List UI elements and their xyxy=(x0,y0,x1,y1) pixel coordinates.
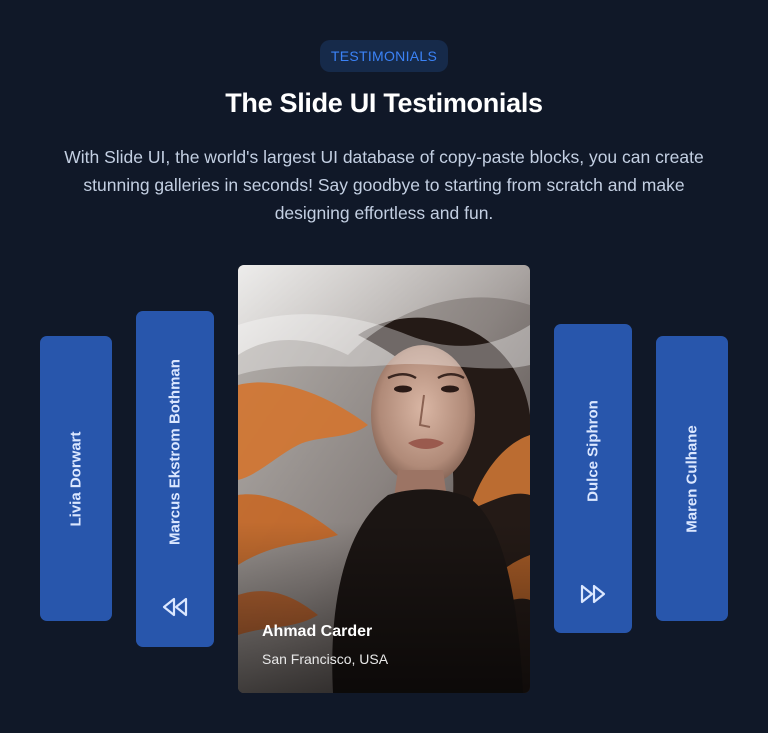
slide-card-dulce-siphron[interactable]: Dulce Siphron xyxy=(554,324,632,633)
testimonial-author-name: Ahmad Carder xyxy=(262,623,373,640)
slide-card-marcus-ekstrom-bothman[interactable]: Marcus Ekstrom Bothman xyxy=(136,311,214,647)
page-title: The Slide UI Testimonials xyxy=(225,88,543,118)
slide-card-livia-dorwart[interactable]: Livia Dorwart xyxy=(40,336,112,621)
slide-card-maren-culhane[interactable]: Maren Culhane xyxy=(656,336,728,621)
section-badge: TESTIMONIALS xyxy=(320,40,448,72)
fast-forward-icon[interactable] xyxy=(578,583,608,605)
featured-testimonial-card[interactable]: Ahmad Carder San Francisco, USA xyxy=(238,265,530,693)
section-description: With Slide UI, the world's largest UI da… xyxy=(64,147,704,223)
slide-card-name: Livia Dorwart xyxy=(67,430,85,527)
slide-card-name: Marcus Ekstrom Bothman xyxy=(166,359,184,546)
slide-card-name: Dulce Siphron xyxy=(584,399,602,502)
rewind-icon[interactable] xyxy=(160,596,190,618)
testimonials-section: TESTIMONIALS The Slide UI Testimonials W… xyxy=(0,0,768,733)
testimonial-author-location: San Francisco, USA xyxy=(262,651,389,667)
slide-card-name: Maren Culhane xyxy=(683,424,701,533)
